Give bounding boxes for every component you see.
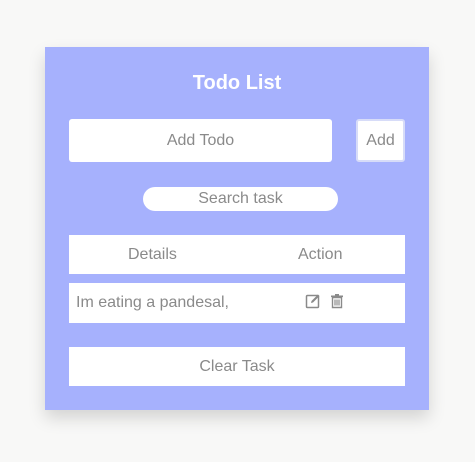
task-details: Im eating a pandesal, bbox=[76, 294, 229, 311]
header-details: Details bbox=[128, 246, 177, 263]
add-todo-input[interactable]: Add Todo bbox=[69, 119, 332, 162]
page-title: Todo List bbox=[192, 72, 282, 94]
search-placeholder: Search task bbox=[198, 190, 283, 207]
clear-task-label: Clear Task bbox=[199, 357, 275, 375]
todo-card: Todo List Add Todo Add Search task Detai… bbox=[45, 47, 429, 410]
header-action: Action bbox=[298, 246, 343, 263]
add-button-label: Add bbox=[366, 131, 395, 149]
edit-icon[interactable] bbox=[305, 293, 321, 309]
search-input[interactable]: Search task bbox=[143, 187, 338, 211]
table-header: Details Action bbox=[69, 235, 405, 274]
add-button[interactable]: Add bbox=[356, 119, 405, 162]
clear-task-button[interactable]: Clear Task bbox=[69, 347, 405, 386]
add-todo-placeholder: Add Todo bbox=[166, 131, 235, 149]
trash-icon[interactable] bbox=[329, 293, 345, 309]
row-actions bbox=[305, 293, 345, 309]
table-row: Im eating a pandesal, bbox=[69, 283, 405, 323]
